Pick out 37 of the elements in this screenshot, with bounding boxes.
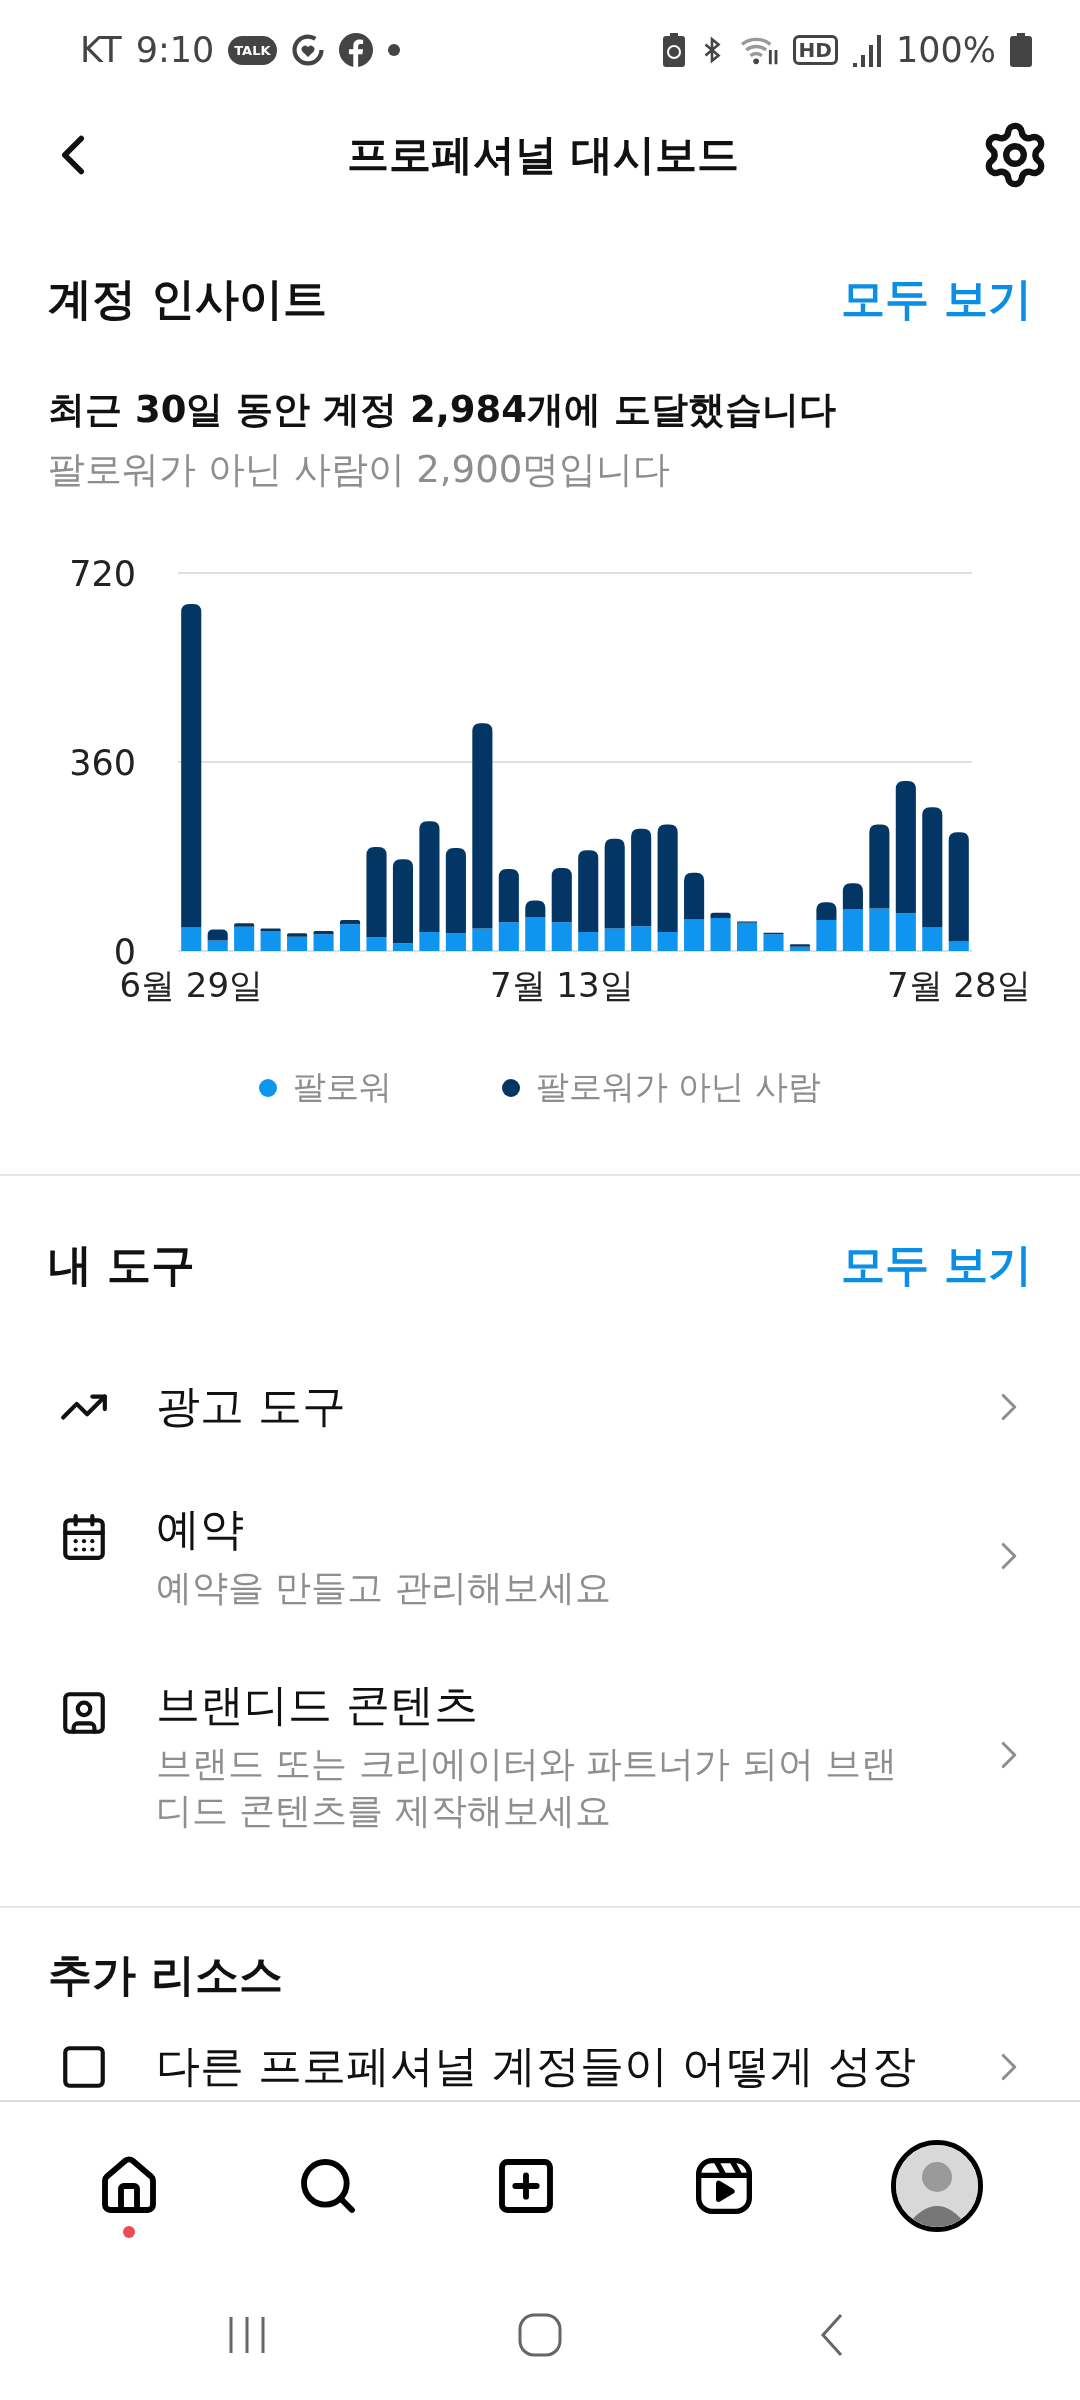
reach-summary: 최근 30일 동안 계정 2,984개에 도달했습니다 [48,387,837,433]
tool-row[interactable]: 브랜디드 콘텐츠 브랜드 또는 크리에이터와 파트너가 되어 브랜디드 콘텐츠를 제작해보세요 [48,1643,1032,1867]
section-title: 추가 리소스 [48,1948,284,2003]
axis-label: 7월 13일 [489,965,634,1005]
row-title: 광고 도구 [156,1379,347,1433]
reach-subtext: 팔로워가 아닌 사람이 2,900명입니다 [48,447,672,493]
hd-icon: HD [792,35,838,65]
tool-row[interactable]: 광고 도구 [48,1345,1032,1468]
nav-tab[interactable] [890,2140,983,2232]
dot-icon [386,43,401,57]
row-title: 다른 프로페셔널 계정들이 어떻게 성장 [156,2039,917,2094]
heart-ring-icon [290,33,325,67]
row-subtitle: 예약을 만들고 관리해보세요 [156,1566,612,1610]
axis-label: 360 [69,743,136,783]
axis-label: 720 [69,554,136,594]
row-subtitle: 브랜드 또는 크리에이터와 파트너가 되어 브랜디드 콘텐츠를 제작해보세요 [156,1741,899,1833]
signal-icon [851,33,882,67]
row-title: 브랜디드 콘텐츠 [156,1677,479,1732]
facebook-icon [338,33,373,67]
legend-label: 팔로워 [293,1066,392,1108]
tool-row[interactable]: 다른 프로페셔널 계정들이 어떻게 성장 [48,2005,1032,2100]
row-title: 예약 [156,1502,245,1556]
battery-icon [1010,33,1032,67]
section-title: 내 도구 [48,1238,196,1292]
battery-saver-icon [662,33,685,67]
battery-percent: 100% [895,30,996,70]
axis-label: 7월 28일 [886,965,1031,1005]
page-title: 프로페셔널 대시보드 [346,129,740,181]
tool-row[interactable]: 예약 예약을 만들고 관리해보세요 [48,1468,1032,1644]
chat-app-icon: TALK [228,35,277,65]
bar [207,929,228,941]
clock: 9:10 [135,30,215,70]
bar [207,940,228,951]
carrier: KT [80,30,122,70]
section-title: 계정 인사이트 [48,272,328,326]
home-button-icon[interactable] [516,2311,564,2359]
legend-label: 팔로워가 아닌 사람 [536,1066,821,1108]
